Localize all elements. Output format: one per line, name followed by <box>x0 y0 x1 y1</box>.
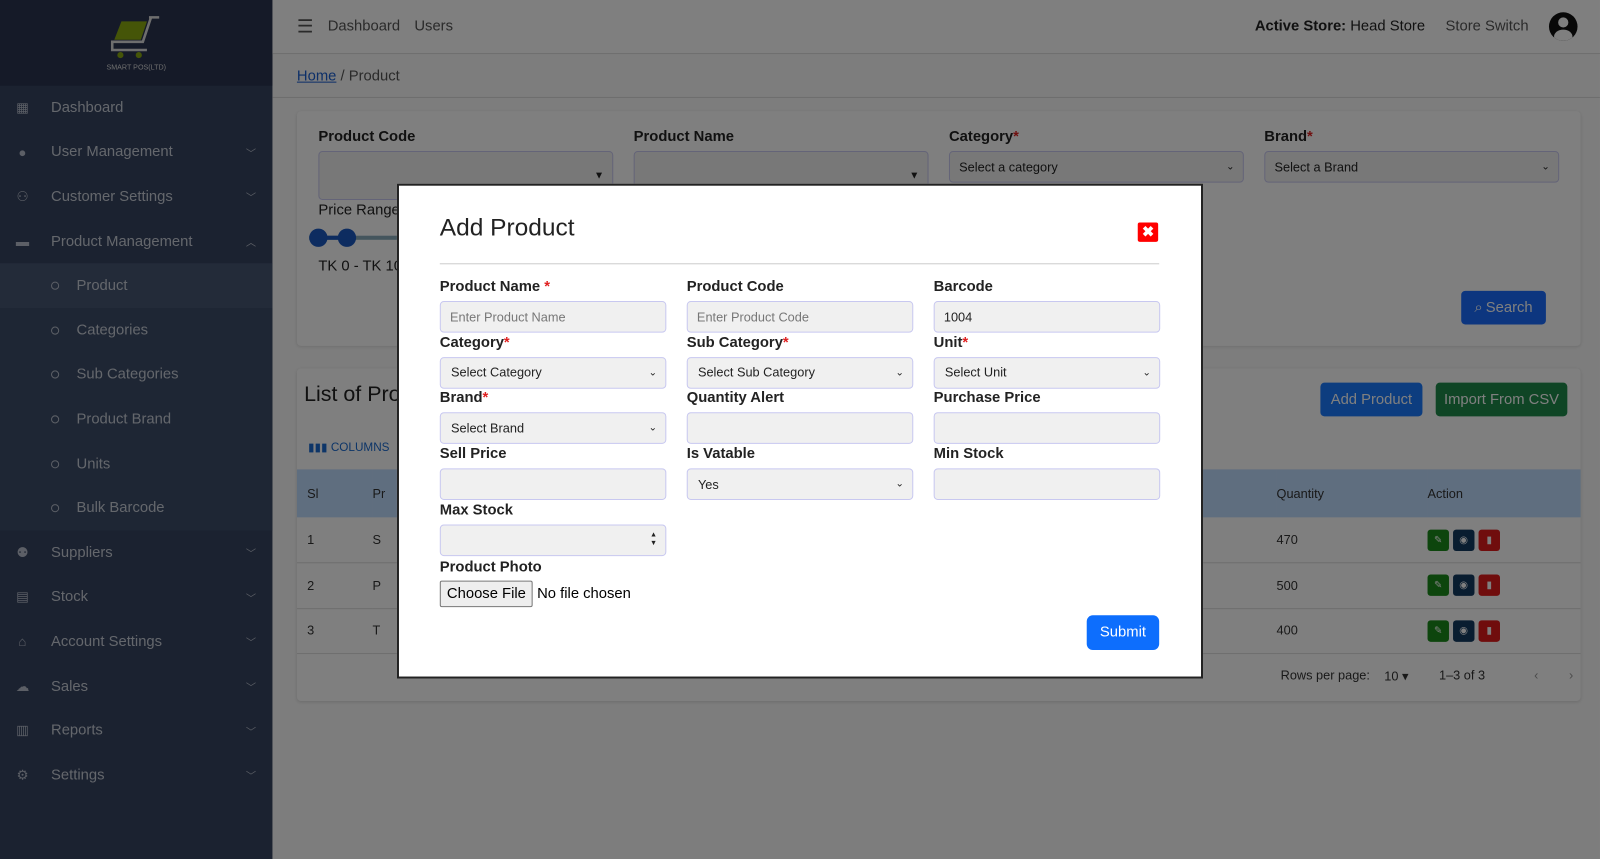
sell-price-label: Sell Price <box>439 446 507 463</box>
chevron-down-icon: ⌄ <box>648 367 658 379</box>
sub-category-label: Sub Category <box>686 334 783 351</box>
product-code-input[interactable]: Enter Product Code <box>686 301 914 333</box>
purchase-price-input[interactable] <box>933 412 1161 445</box>
category-select[interactable]: Select Category ⌄ <box>439 356 667 389</box>
close-icon[interactable]: ✖ <box>1137 222 1159 242</box>
product-code-label: Product Code <box>686 278 784 295</box>
is-vatable-label: Is Vatable <box>686 446 756 463</box>
product-name-value: Enter Product Name <box>449 309 566 324</box>
brand-label: Brand <box>439 390 483 407</box>
min-stock-input[interactable] <box>933 468 1161 501</box>
file-status: No file chosen <box>537 585 631 603</box>
choose-file-button[interactable]: Choose File <box>439 580 534 608</box>
submit-button[interactable]: Submit <box>1086 615 1160 650</box>
sub-category-select[interactable]: Select Sub Category ⌄ <box>686 356 914 389</box>
brand-value: Select Brand <box>451 421 525 436</box>
is-vatable-select[interactable]: Yes ⌄ <box>686 468 914 501</box>
product-code-value: Enter Product Code <box>696 309 809 324</box>
category-value: Select Category <box>451 365 542 380</box>
modal-title: Add Product <box>439 214 575 242</box>
max-stock-input[interactable]: ▲ ▼ <box>439 524 667 556</box>
unit-value: Select Unit <box>944 365 1007 380</box>
max-stock-label: Max Stock <box>439 501 513 519</box>
chevron-down-icon: ⌄ <box>648 422 658 435</box>
barcode-input[interactable]: 1004 <box>933 301 1161 333</box>
chevron-down-icon: ⌄ <box>895 478 905 490</box>
barcode-label: Barcode <box>933 278 993 295</box>
quantity-alert-label: Quantity Alert <box>686 390 785 407</box>
spinner-icon[interactable]: ▲ ▼ <box>650 532 657 548</box>
product-name-input[interactable]: Enter Product Name <box>439 301 667 333</box>
quantity-alert-input[interactable] <box>686 412 914 445</box>
sell-price-input[interactable] <box>439 468 667 501</box>
is-vatable-value: Yes <box>697 477 719 492</box>
chevron-down-icon: ⌄ <box>895 367 905 379</box>
unit-label: Unit <box>933 334 963 351</box>
modal-divider <box>439 263 1160 265</box>
chevron-down-icon: ⌄ <box>1142 367 1152 379</box>
product-photo-label: Product Photo <box>439 559 542 576</box>
category-label: Category <box>439 334 504 351</box>
unit-select[interactable]: Select Unit ⌄ <box>933 356 1161 389</box>
add-product-modal: Add Product ✖ Product Name * Enter Produc… <box>396 183 1204 679</box>
sub-category-value: Select Sub Category <box>697 365 815 380</box>
product-name-label: Product Name <box>439 278 541 295</box>
barcode-value: 1004 <box>943 309 973 324</box>
purchase-price-label: Purchase Price <box>933 390 1041 407</box>
min-stock-label: Min Stock <box>933 446 1004 463</box>
brand-select[interactable]: Select Brand ⌄ <box>439 412 667 445</box>
